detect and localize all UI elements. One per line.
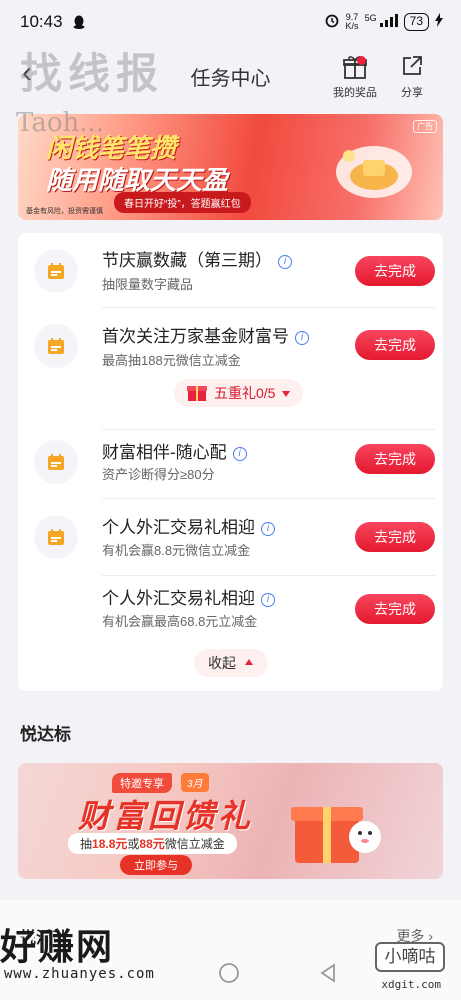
go-complete-button[interactable]: 去完成 (355, 522, 435, 552)
calendar-icon (34, 440, 78, 484)
my-prizes-button[interactable]: 我的奖品 (330, 54, 380, 100)
task-desc: 最高抽188元微信立减金 (102, 353, 241, 368)
go-complete-button[interactable]: 去完成 (355, 594, 435, 624)
task-desc: 有机会赢8.8元微信立减金 (102, 543, 251, 558)
task-list-card: 节庆赢数藏（第三期） i 抽限量数字藏品 去完成 首次关注万家基金财富号 i 最高抽… (18, 233, 443, 691)
info-icon[interactable]: i (261, 522, 275, 536)
collapse-button[interactable]: 收起 (194, 649, 268, 677)
home-key-icon[interactable] (218, 962, 240, 989)
battery-indicator: 73 (403, 12, 429, 31)
task-desc: 资产诊断得分≥80分 (102, 467, 215, 482)
risk-notice: 基金有风险，投资需谨慎 (26, 208, 103, 215)
watermark-bottom-left: 好赚网 (0, 926, 115, 967)
task-item: 节庆赢数藏（第三期） i 抽限量数字藏品 去完成 (18, 233, 443, 308)
qq-notification-icon (73, 15, 85, 32)
piggy-bank-icon (336, 146, 412, 198)
info-icon[interactable]: i (261, 593, 275, 607)
watermark-top-latin: Taoh... (16, 108, 105, 138)
share-button[interactable]: 分享 (392, 54, 432, 100)
task-item: 财富相伴-随心配 i 资产诊断得分≥80分 去完成 (18, 430, 443, 505)
share-icon (399, 54, 425, 80)
watermark-bottom-right: 小嘀咕 (375, 942, 445, 972)
join-now-button[interactable]: 立即参与 (120, 855, 192, 875)
gift-progress-label: 五重礼0/5 (214, 385, 276, 401)
new-prize-dot (357, 56, 366, 65)
info-icon[interactable]: i (278, 255, 292, 269)
task-title: 财富相伴-随心配 i (102, 438, 247, 463)
back-key-icon[interactable] (318, 962, 338, 989)
task-item: 首次关注万家基金财富号 i 最高抽188元微信立减金 去完成 (18, 308, 443, 438)
info-icon[interactable]: i (295, 331, 309, 345)
watermark-bottom-right-url: xdgit.com (381, 978, 441, 991)
banner-title: 财富回馈礼 (78, 798, 254, 834)
banner-month: 3月 (181, 773, 209, 792)
status-right: 9.7 K/s 5G 73 (324, 12, 443, 31)
watermark-top: 找线报 (20, 49, 165, 98)
task-title: 个人外汇交易礼相迎 i (102, 513, 275, 538)
alarm-icon (324, 12, 340, 31)
calendar-icon (34, 324, 78, 368)
my-prizes-label: 我的奖品 (333, 87, 377, 99)
status-bar: 10:43 9.7 K/s 5G 73 (0, 0, 461, 44)
go-complete-button[interactable]: 去完成 (355, 256, 435, 286)
banner-tag: 特邀专享 (112, 773, 172, 793)
gift-icon (342, 54, 368, 80)
task-item: 个人外汇交易礼相迎 i 有机会赢8.8元微信立减金 去完成 (18, 499, 443, 576)
collapse-label: 收起 (208, 655, 236, 671)
task-title: 个人外汇交易礼相迎 i (102, 584, 275, 609)
expand-icon (281, 385, 291, 401)
task-desc: 有机会赢最高68.8元立减金 (102, 614, 258, 629)
banner-subtitle: 抽18.8元或88元微信立减金 (68, 833, 237, 854)
gift-box-icon (186, 382, 208, 405)
go-complete-button[interactable]: 去完成 (355, 330, 435, 360)
gift-box-illustration (291, 807, 381, 863)
task-item: 个人外汇交易礼相迎 i 有机会赢最高68.8元立减金 去完成 (18, 576, 443, 651)
info-icon[interactable]: i (232, 447, 247, 461)
go-complete-button[interactable]: 去完成 (355, 444, 435, 474)
watermark-bottom-left-url: www.zhuanyes.com (4, 966, 155, 982)
section-title: 悦达标 (20, 725, 71, 744)
calendar-icon (34, 249, 78, 293)
charging-icon (435, 13, 443, 30)
signal-icon: 5G (365, 13, 398, 30)
task-title: 节庆赢数藏（第三期） i (102, 246, 292, 271)
task-desc: 抽限量数字藏品 (102, 277, 194, 292)
chevron-up-icon (244, 655, 254, 671)
status-time: 10:43 (20, 12, 63, 31)
five-gift-progress[interactable]: 五重礼0/5 (174, 379, 304, 407)
calendar-icon (34, 515, 78, 559)
share-label: 分享 (401, 87, 423, 99)
net-speed: 9.7 K/s (345, 11, 359, 31)
banner-pill: 春日开好“投”，答题赢红包 (114, 192, 251, 213)
promo-banner-rewards[interactable]: 特邀专享 3月 财富回馈礼 抽18.8元或88元微信立减金 立即参与 (18, 763, 443, 879)
task-title: 首次关注万家基金财富号 i (102, 322, 309, 347)
